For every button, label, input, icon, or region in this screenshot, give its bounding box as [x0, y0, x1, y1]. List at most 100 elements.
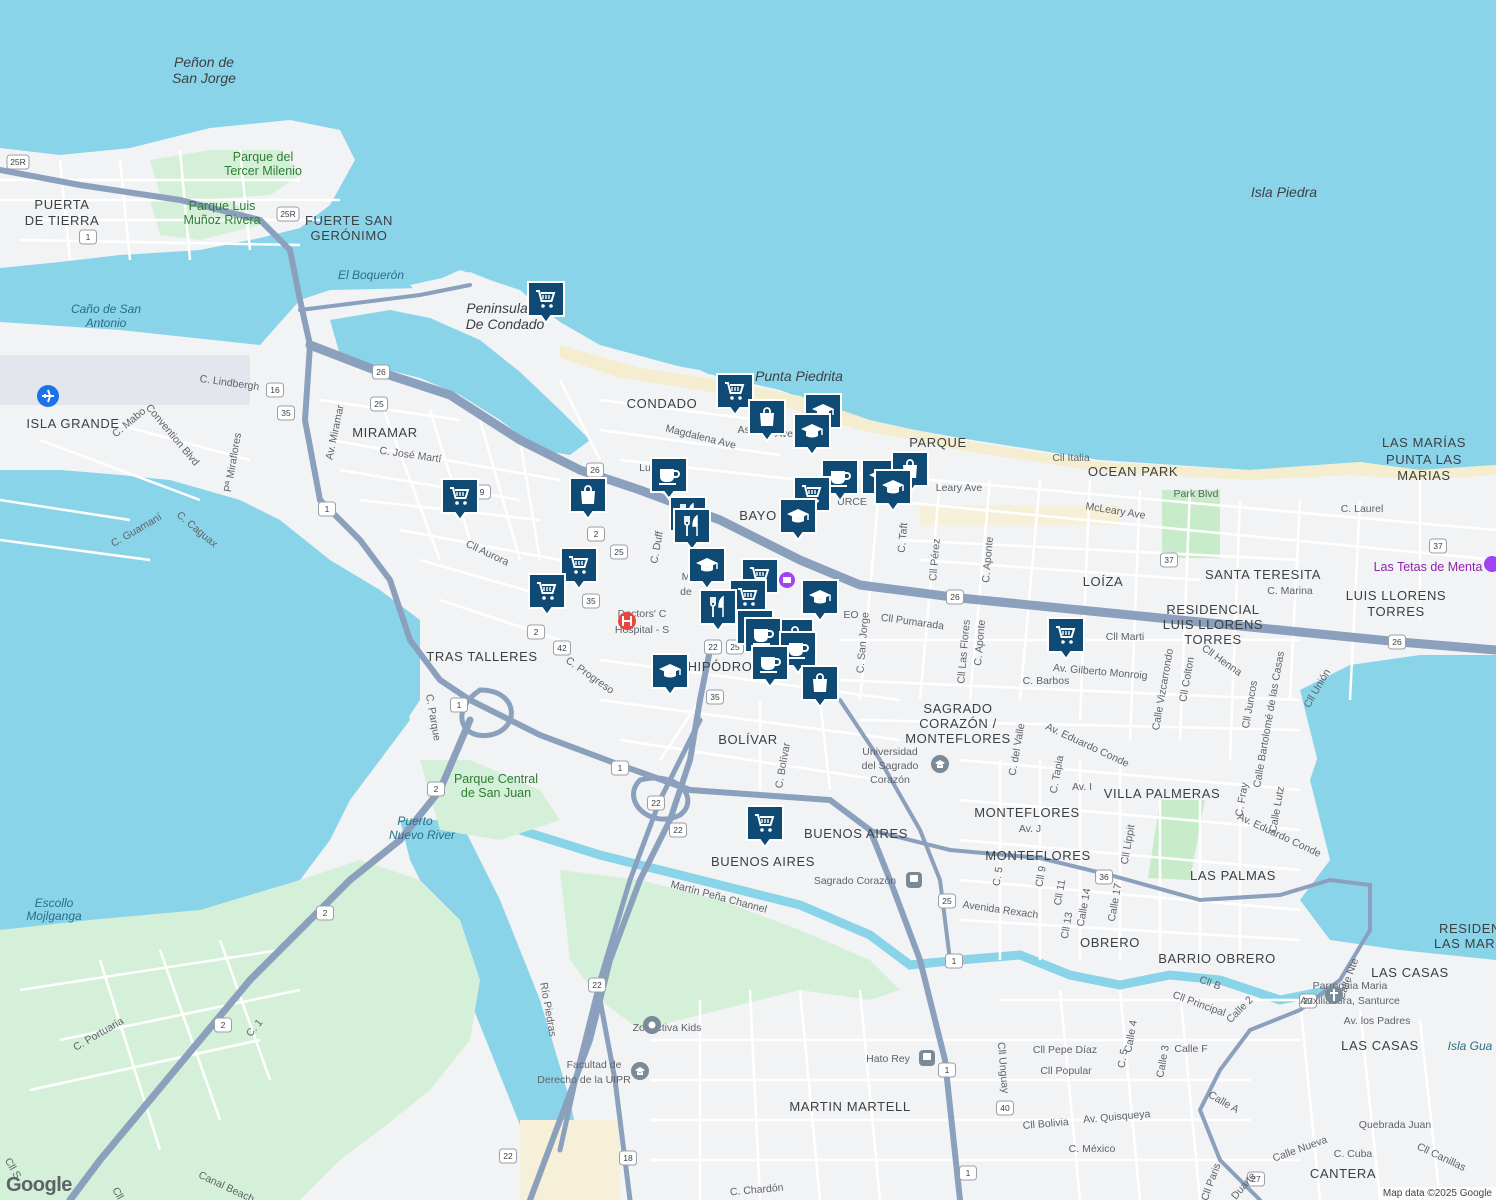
neighborhood-label: CANTERA: [1310, 1166, 1376, 1181]
water-label: Antonio: [85, 316, 127, 330]
street-label: Av. J: [1019, 823, 1041, 835]
shopping-cart-marker[interactable]: [746, 805, 784, 849]
water-label: El Boquerón: [338, 268, 404, 282]
route-shield: 35: [582, 593, 600, 609]
neighborhood-label: CONDADO: [627, 396, 698, 411]
route-shield: 26: [586, 462, 604, 478]
route-shield: 1: [938, 1062, 956, 1078]
route-number: 1: [945, 1065, 950, 1075]
neighborhood-label: BAYO: [739, 508, 777, 523]
route-number: 2: [534, 627, 539, 637]
route-shield: 22: [647, 795, 665, 811]
route-number: 25: [614, 547, 624, 557]
zonactiva-icon: [643, 1016, 661, 1034]
route-number: 22: [651, 798, 661, 808]
neighborhood-label: DE TIERRA: [25, 213, 100, 228]
shopping-cart-marker[interactable]: [441, 478, 479, 522]
route-shield: 25: [370, 396, 388, 412]
neighborhood-label: BUENOS AIRES: [711, 854, 815, 869]
shopping-cart-marker[interactable]: [527, 281, 565, 325]
poi-label: Parroquia Maria: [1313, 980, 1388, 992]
school-marker[interactable]: [779, 498, 817, 542]
poi-label: Zonactiva Kids: [633, 1022, 702, 1034]
route-shield: 2: [214, 1017, 232, 1033]
poi-label: EO: [843, 609, 858, 621]
school-marker[interactable]: [651, 653, 689, 697]
route-number: 1: [966, 1168, 971, 1178]
street-label: Cll Marti: [1106, 631, 1145, 643]
route-number: 26: [950, 592, 960, 602]
coffee-marker[interactable]: [751, 645, 789, 689]
street-label: Av. los Padres: [1344, 1015, 1411, 1027]
attraction-label: Las Tetas de Menta: [1374, 560, 1483, 574]
shopping-cart-marker[interactable]: [1047, 617, 1085, 661]
route-shield: 42: [553, 640, 571, 656]
shopping-cart-marker[interactable]: [528, 573, 566, 617]
park-label: Parque del: [233, 150, 293, 164]
street-label: Av. I: [1072, 781, 1092, 793]
street-label: Park Blvd: [1174, 488, 1219, 500]
map-attribution: Map data ©2025 Google: [1378, 1187, 1496, 1200]
school-marker[interactable]: [801, 579, 839, 623]
shopping-cart-marker[interactable]: [716, 373, 754, 417]
neighborhood-label: BARRIO OBRERO: [1158, 951, 1276, 966]
route-number: 1: [86, 232, 91, 242]
route-number: 2: [323, 908, 328, 918]
street-label: C. Barbos: [1023, 675, 1070, 687]
route-shield: 36: [1095, 869, 1113, 885]
coffee-marker[interactable]: [650, 457, 688, 501]
poi-label: de: [680, 586, 692, 598]
shopping-bag-marker[interactable]: [569, 477, 607, 521]
route-number: 35: [281, 408, 291, 418]
route-number: 16: [270, 385, 280, 395]
route-number: 25R: [280, 209, 296, 219]
route-number: 2: [434, 784, 439, 794]
poi-label: del Sagrado: [862, 760, 919, 772]
route-number: 36: [1099, 872, 1109, 882]
poi-label: Universidad: [862, 746, 918, 758]
route-number: 18: [623, 1153, 633, 1163]
poi-label: Facultad de: [567, 1059, 622, 1071]
route-shield: 25: [938, 893, 956, 909]
church-icon: [1325, 986, 1343, 1004]
street-label: Quebrada Juan: [1359, 1119, 1432, 1131]
route-shield: 26: [372, 364, 390, 380]
route-number: 37: [1164, 555, 1174, 565]
neighborhood-label: OBRERO: [1080, 935, 1140, 950]
route-number: 25R: [10, 157, 26, 167]
neighborhood-label: TRAS TALLERES: [426, 649, 537, 664]
route-shield: 35: [277, 405, 295, 421]
neighborhood-label: GERÓNIMO: [310, 228, 387, 243]
map-canvas[interactable]: 25R25R12625163526225352421122 25351222222…: [0, 0, 1496, 1200]
shopping-bag-marker[interactable]: [748, 399, 786, 443]
neighborhood-label: MONTEFLORES: [905, 731, 1011, 746]
route-shield: 35: [706, 689, 724, 705]
neighborhood-label: TORRES: [1184, 632, 1242, 647]
shopping-bag-marker[interactable]: [801, 665, 839, 709]
route-number: 1: [952, 956, 957, 966]
neighborhood-label: MONTEFLORES: [974, 805, 1080, 820]
route-number: 22: [592, 980, 602, 990]
neighborhood-label: ISLA GRANDE: [26, 416, 119, 431]
street-label: C. Marina: [1267, 585, 1313, 597]
route-number: 26: [1392, 637, 1402, 647]
school-marker[interactable]: [874, 469, 912, 513]
route-shield: 22: [499, 1148, 517, 1164]
lagoon-los-corozos: [1300, 655, 1496, 940]
shopping-cart-marker[interactable]: [560, 547, 598, 591]
route-shield: 1: [450, 697, 468, 713]
school-marker[interactable]: [793, 413, 831, 457]
museum-icon: [779, 572, 795, 588]
school-marker[interactable]: [688, 547, 726, 591]
route-number: 37: [1433, 541, 1443, 551]
restaurant-marker[interactable]: [673, 508, 711, 552]
restaurant-marker[interactable]: [699, 589, 737, 633]
train-station-icon: [906, 872, 922, 888]
neighborhood-label: LAS CASAS: [1341, 1038, 1419, 1053]
route-shield: 22: [669, 822, 687, 838]
street-label: C. Cuba: [1334, 1148, 1373, 1160]
neighborhood-label: LAS MARÍAS: [1382, 435, 1466, 450]
route-shield: 1: [959, 1165, 977, 1181]
route-shield: 26: [946, 589, 964, 605]
train-station-icon: [919, 1050, 935, 1066]
